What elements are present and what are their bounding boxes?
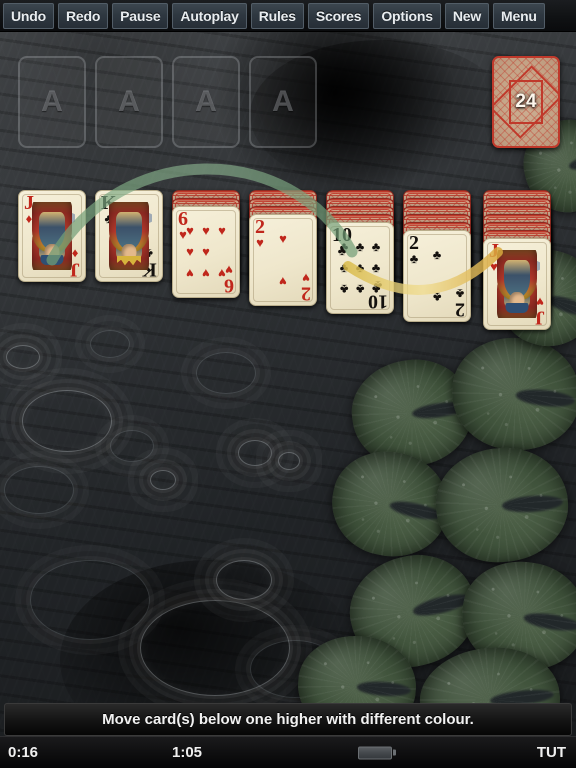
stock-count: 24: [515, 91, 537, 112]
pause-button[interactable]: Pause: [112, 2, 169, 29]
card-6-red[interactable]: 6 ♥ 6 ♥ ♥ ♥ ♥ ♥ ♥ ♥ ♥ ♥: [172, 206, 240, 298]
card-index-tl: 2 ♣: [409, 232, 419, 267]
card-pip: ♣: [339, 281, 349, 297]
foundation-slot-3[interactable]: A: [172, 56, 240, 148]
card-rank: 6: [224, 274, 234, 296]
card-pip-grid: ♥ ♥ ♥ ♥ ♥ ♥ ♥ ♥: [182, 220, 230, 284]
court-card-artwork: [104, 202, 154, 270]
foundation-slot-4[interactable]: A: [249, 56, 317, 148]
card-pip: ♣: [339, 260, 349, 276]
card-suit-icon: ♣: [409, 251, 419, 267]
card-K-black[interactable]: K♣K♣: [95, 190, 163, 282]
card-rank: 2: [301, 282, 311, 304]
game-timer: 0:16: [8, 744, 39, 761]
court-card-artwork: [27, 202, 77, 270]
card-pip: ♣: [355, 260, 365, 276]
card-2-black[interactable]: 2 ♣ 2 ♣ ♣ ♣: [403, 230, 471, 322]
card-rank: 2: [409, 232, 419, 254]
card-pip: ♣: [355, 239, 365, 255]
court-card-artwork: [492, 250, 542, 318]
card-pip: ♣: [355, 281, 365, 297]
card-pip: ♥: [202, 244, 210, 260]
card-J-red[interactable]: J ♥ J ♥: [483, 238, 551, 330]
card-suit-icon: ♥: [225, 261, 233, 277]
card-2-red[interactable]: 2 ♥ 2 ♥ ♥ ♥: [249, 214, 317, 306]
card-suit-icon: ♥: [179, 227, 187, 243]
card-index-br: 10 ♣: [368, 277, 388, 312]
card-index-br: 2 ♣: [455, 285, 465, 320]
mode-label: TUT: [536, 744, 566, 761]
scores-button[interactable]: Scores: [307, 2, 370, 29]
top-toolbar: Undo Redo Pause Autoplay Rules Scores Op…: [0, 0, 576, 32]
battery-icon: [358, 746, 396, 759]
foundation-ace-label: A: [41, 85, 63, 118]
card-pip: ♥: [279, 273, 287, 289]
card-index-tl: 10 ♣: [332, 224, 352, 259]
card-J-red[interactable]: J ♦ J ♦: [18, 190, 86, 282]
redo-button[interactable]: Redo: [57, 2, 109, 29]
card-index-tl: 2 ♥: [255, 216, 265, 251]
stock-pile[interactable]: 24: [492, 56, 560, 148]
card-pip: ♥: [218, 223, 226, 239]
card-pip: ♥: [186, 265, 194, 281]
card-suit-icon: ♣: [337, 243, 347, 259]
card-pip: ♥: [186, 244, 194, 260]
card-pip: ♣: [432, 247, 442, 263]
foundation-ace-label: A: [272, 85, 294, 118]
new-game-button[interactable]: New: [444, 2, 490, 29]
total-timer: 1:05: [172, 744, 203, 761]
card-pip: ♥: [202, 265, 210, 281]
card-suit-icon: ♥: [256, 235, 264, 251]
card-index-br: 6 ♥: [224, 261, 234, 296]
options-button[interactable]: Options: [373, 2, 441, 29]
card-rank: 10: [332, 224, 352, 246]
card-suit-icon: ♥: [302, 269, 310, 285]
hint-text: Move card(s) below one higher with diffe…: [102, 711, 474, 728]
card-pip-grid: ♥ ♥: [259, 228, 307, 292]
foundation-slot-2[interactable]: A: [95, 56, 163, 148]
card-10-black[interactable]: 10 ♣ 10 ♣ ♣ ♣ ♣ ♣ ♣ ♣ ♣ ♣ ♣: [326, 222, 394, 314]
foundation-ace-label: A: [118, 85, 140, 118]
card-pip: ♥: [279, 231, 287, 247]
status-bar: 0:16 1:05 TUT: [0, 736, 576, 768]
card-pip: ♣: [371, 260, 381, 276]
card-pip-grid: ♣ ♣: [413, 244, 461, 308]
card-pip: ♣: [432, 289, 442, 305]
foundation-ace-label: A: [195, 85, 217, 118]
card-rank: 6: [178, 208, 188, 230]
card-rank: 2: [255, 216, 265, 238]
hint-bar: Move card(s) below one higher with diffe…: [4, 703, 572, 736]
menu-button[interactable]: Menu: [493, 2, 545, 29]
card-pip: ♥: [202, 223, 210, 239]
card-suit-icon: ♣: [455, 285, 465, 301]
solitaire-game-screen: Undo Redo Pause Autoplay Rules Scores Op…: [0, 0, 576, 768]
autoplay-button[interactable]: Autoplay: [172, 2, 247, 29]
rules-button[interactable]: Rules: [250, 2, 304, 29]
card-index-br: 2 ♥: [301, 269, 311, 304]
foundation-slot-1[interactable]: A: [18, 56, 86, 148]
card-rank: 2: [455, 298, 465, 320]
card-rank: 10: [368, 290, 388, 312]
foundations-row: A A A A 24: [0, 56, 576, 156]
undo-button[interactable]: Undo: [3, 2, 54, 29]
card-index-tl: 6 ♥: [178, 208, 188, 243]
card-pip: ♣: [371, 239, 381, 255]
card-suit-icon: ♣: [373, 277, 383, 293]
